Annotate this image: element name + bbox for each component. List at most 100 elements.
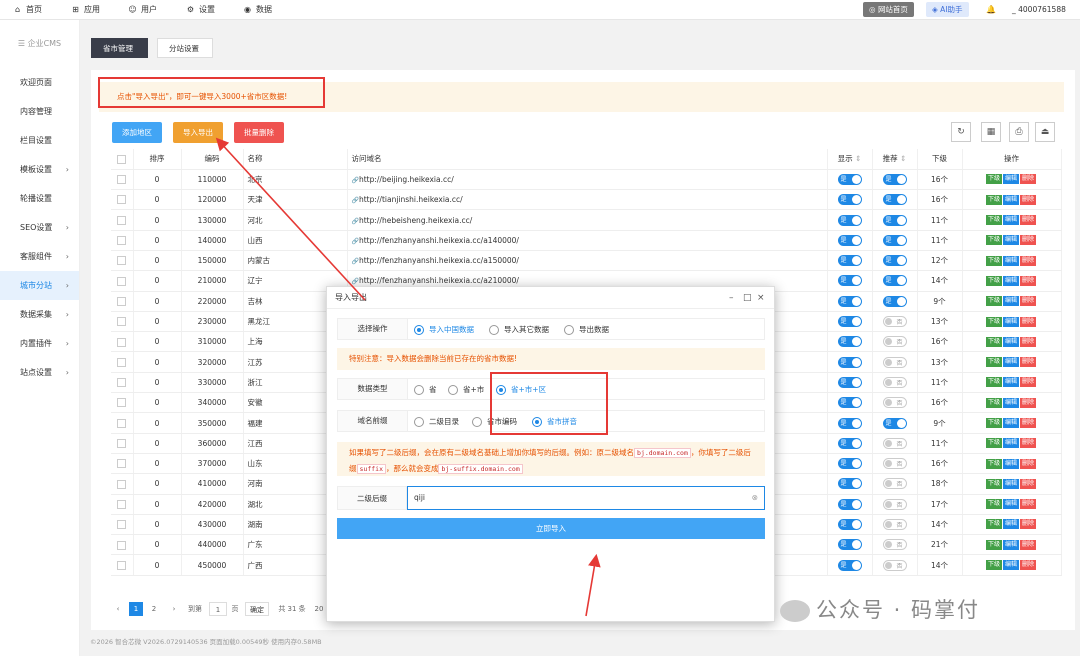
edit-button[interactable]: 编辑 [1002,458,1019,469]
sub-button[interactable]: 下级 [985,560,1002,571]
nav-settings[interactable]: ⚙ 设置 [185,0,215,20]
recommend-toggle[interactable]: 否 [882,518,907,530]
domain-link[interactable]: http://beijing.heikexia.cc/ [359,175,454,184]
nav-home[interactable]: ⌂ 首页 [12,0,42,20]
sub-button[interactable]: 下级 [985,357,1002,368]
edit-button[interactable]: 编辑 [1002,275,1019,286]
sidebar-item[interactable]: 栏目设置 [0,126,79,155]
sort-icon[interactable]: ⇕ [853,154,861,163]
row-checkbox[interactable] [117,499,127,509]
sub-button[interactable]: 下级 [985,275,1002,286]
delete-button[interactable]: 删除 [1020,397,1037,408]
row-checkbox[interactable] [117,276,127,286]
sidebar-item[interactable]: 站点设置 › [0,358,79,387]
show-toggle[interactable]: 是 [837,458,862,470]
row-checkbox[interactable] [117,256,127,266]
suffix-input[interactable]: qiji ⊗ [407,486,765,510]
edit-button[interactable]: 编辑 [1002,194,1019,205]
sub-button[interactable]: 下级 [985,235,1002,246]
print-icon[interactable]: ⎙ [1009,122,1029,142]
minimize-icon[interactable]: – [729,287,734,309]
sub-button[interactable]: 下级 [985,316,1002,327]
sidebar-item[interactable]: 模板设置 › [0,155,79,184]
sidebar-item[interactable]: 轮播设置 [0,184,79,213]
edit-button[interactable]: 编辑 [1002,336,1019,347]
sub-button[interactable]: 下级 [985,418,1002,428]
account-menu[interactable]: _ 4000761588 [1012,0,1066,20]
show-toggle[interactable]: 是 [837,539,862,551]
page-2[interactable]: 2 [147,602,161,616]
bell-icon[interactable]: 🔔 [986,0,996,20]
clear-icon[interactable]: ⊗ [752,487,758,509]
show-toggle[interactable]: 是 [837,214,862,226]
columns-icon[interactable]: ▦ [981,122,1001,142]
edit-button[interactable]: 编辑 [1002,174,1019,185]
delete-button[interactable]: 删除 [1020,194,1037,205]
refresh-icon[interactable]: ↻ [951,122,971,142]
sidebar-item[interactable]: 内容管理 [0,97,79,126]
show-toggle[interactable]: 是 [837,194,862,206]
recommend-toggle[interactable]: 是 [882,255,907,267]
delete-button[interactable]: 删除 [1020,560,1037,571]
delete-button[interactable]: 删除 [1020,275,1037,286]
radio-import-other[interactable]: 导入其它数据 [489,324,549,335]
show-toggle[interactable]: 是 [837,255,862,267]
close-icon[interactable]: × [757,287,765,309]
domain-link[interactable]: http://fenzhanyanshi.heikexia.cc/a210000… [359,276,519,285]
radio-import-china[interactable]: 导入中国数据 [414,324,474,335]
domain-link[interactable]: http://fenzhanyanshi.heikexia.cc/a150000… [359,256,519,265]
delete-button[interactable]: 删除 [1020,296,1037,307]
recommend-toggle[interactable]: 否 [882,336,907,348]
delete-button[interactable]: 删除 [1020,418,1037,428]
show-toggle[interactable]: 是 [837,478,862,490]
edit-button[interactable]: 编辑 [1002,438,1019,449]
delete-button[interactable]: 删除 [1020,336,1037,347]
delete-button[interactable]: 删除 [1020,438,1037,449]
show-toggle[interactable]: 是 [837,518,862,530]
column-header[interactable]: 显示 ⇕ [827,149,873,170]
prev-page-icon[interactable]: ‹ [111,602,125,616]
row-checkbox[interactable] [117,479,127,489]
page-size-select[interactable]: 20 条 [311,602,327,616]
sub-button[interactable]: 下级 [985,377,1002,388]
domain-link[interactable]: http://hebeisheng.heikexia.cc/ [359,216,472,225]
sidebar-item[interactable]: 数据采集 › [0,300,79,329]
edit-button[interactable]: 编辑 [1002,560,1019,571]
recommend-toggle[interactable]: 否 [882,356,907,368]
recommend-toggle[interactable]: 否 [882,478,907,490]
row-checkbox[interactable] [117,195,127,205]
page-input[interactable]: 1 [209,602,227,616]
sidebar-item[interactable]: 欢迎页面 [0,68,79,97]
row-checkbox[interactable] [117,175,127,185]
sub-button[interactable]: 下级 [985,397,1002,408]
import-export-button[interactable]: 导入导出 [173,122,223,143]
radio-region-code[interactable]: 省市编码 [472,416,517,427]
row-checkbox[interactable] [117,540,127,550]
ai-assistant-button[interactable]: ◈ AI助手 [926,2,969,17]
delete-button[interactable]: 删除 [1020,316,1037,327]
delete-button[interactable]: 删除 [1020,519,1037,530]
row-checkbox[interactable] [117,215,127,225]
row-checkbox[interactable] [117,378,127,388]
recommend-toggle[interactable]: 否 [882,539,907,551]
import-now-button[interactable]: 立即导入 [337,518,765,539]
recommend-toggle[interactable]: 否 [882,376,907,388]
show-toggle[interactable]: 是 [837,275,862,287]
edit-button[interactable]: 编辑 [1002,377,1019,388]
edit-button[interactable]: 编辑 [1002,316,1019,327]
sub-button[interactable]: 下级 [985,458,1002,469]
page-1[interactable]: 1 [129,602,143,616]
sub-button[interactable]: 下级 [985,539,1002,550]
sub-button[interactable]: 下级 [985,499,1002,510]
sidebar-item[interactable]: 城市分站 › [0,271,79,300]
radio-province-city[interactable]: 省+市 [448,384,484,395]
show-toggle[interactable]: 是 [837,356,862,368]
edit-button[interactable]: 编辑 [1002,255,1019,266]
recommend-toggle[interactable]: 是 [882,173,907,185]
goto-confirm-button[interactable]: 确定 [245,602,269,616]
row-checkbox[interactable] [117,459,127,469]
sub-button[interactable]: 下级 [985,174,1002,185]
sub-button[interactable]: 下级 [985,296,1002,307]
show-toggle[interactable]: 是 [837,173,862,185]
delete-button[interactable]: 删除 [1020,377,1037,388]
